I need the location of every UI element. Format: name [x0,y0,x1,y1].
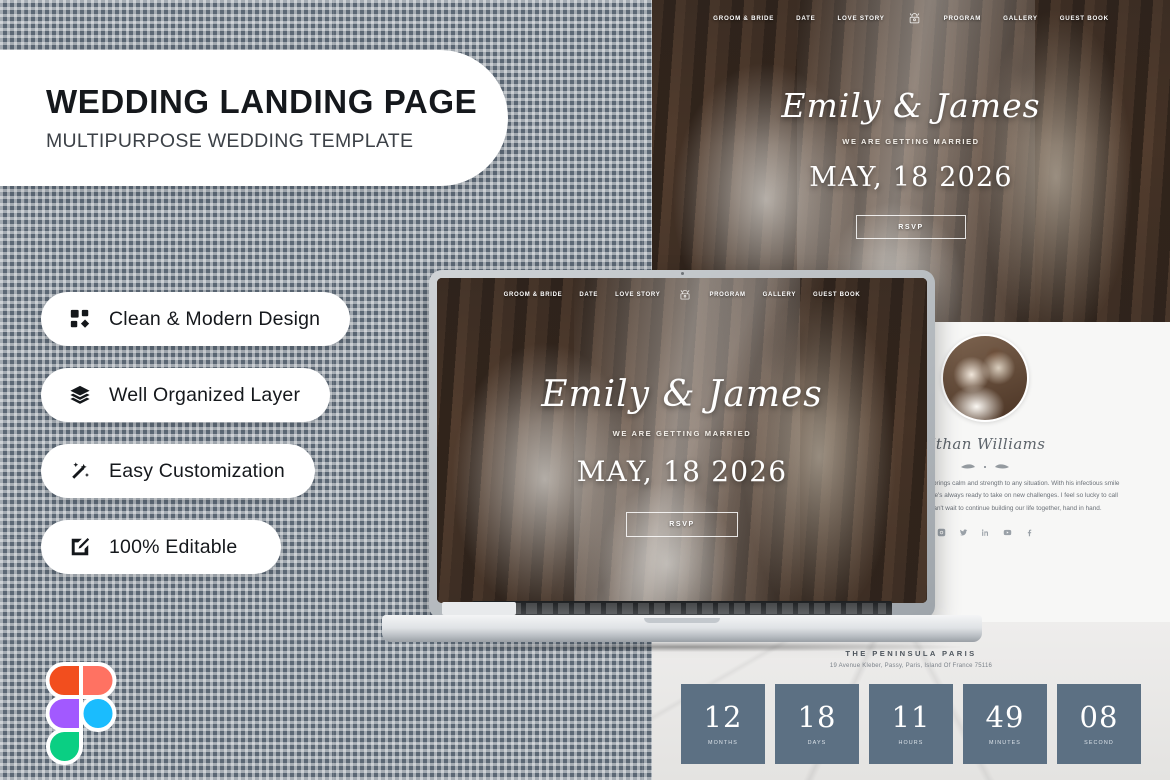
countdown-days: 18 DAYS [775,684,859,764]
countdown-minutes: 49 MINUTES [963,684,1047,764]
countdown-label: MONTHS [708,739,738,746]
screen-nav-item-date[interactable]: DATE [579,292,598,298]
page-subtitle: MULTIPURPOSE WEDDING TEMPLATE [46,130,414,152]
nav-item-program[interactable]: PROGRAM [944,15,982,22]
feature-label: 100% Editable [109,535,238,558]
screen-hero-content: Emily & James WE ARE GETTING MARRIED MAY… [437,374,927,537]
countdown-months: 12 MONTHS [681,684,765,764]
screen-monogram-crest-icon[interactable] [677,287,692,302]
screen-nav-item-program[interactable]: PROGRAM [709,292,745,298]
countdown-hours: 11 HOURS [869,684,953,764]
feature-pill-well-organized-layer[interactable]: Well Organized Layer [41,368,331,422]
screen-nav-item-groom-bride[interactable]: GROOM & BRIDE [504,292,563,298]
monogram-crest-icon[interactable] [907,11,922,26]
wedding-date: MAY, 18 2026 [809,162,1013,193]
countdown-seconds: 08 SECOND [1057,684,1141,764]
countdown-label: MINUTES [989,739,1021,746]
countdown-value: 11 [891,699,931,734]
nav-item-love-story[interactable]: LOVE STORY [838,15,885,22]
edit-square-icon [69,536,91,558]
screen-wedding-date: MAY, 18 2026 [576,455,788,488]
countdown-label: DAYS [807,739,827,746]
laptop-camera-icon [680,272,684,275]
hero-tagline: WE ARE GETTING MARRIED [842,137,980,146]
title-card: WEDDING LANDING PAGE MULTIPURPOSE WEDDIN… [0,50,508,186]
feature-label: Clean & Modern Design [109,307,321,330]
nav-item-groom-bride[interactable]: GROOM & BRIDE [713,15,774,22]
rsvp-button[interactable]: RSVP [856,215,966,239]
feature-label: Well Organized Layer [109,383,301,406]
screen-nav-item-guest-book[interactable]: GUEST BOOK [813,292,860,298]
laptop-trackpad [442,602,516,615]
screen-nav-item-love-story[interactable]: LOVE STORY [615,292,660,298]
countdown-value: 12 [703,699,743,734]
screen-couple-names: Emily & James [541,374,823,415]
hero-content: Emily & James WE ARE GETTING MARRIED MAY… [652,86,1170,239]
feature-list: Clean & Modern Design Well Organized Lay… [41,292,351,574]
countdown-timer: 12 MONTHS 18 DAYS 11 HOURS 49 MINUTES 08… [652,684,1170,764]
screen-rsvp-button[interactable]: RSVP [626,512,738,537]
laptop-mockup: GROOM & BRIDE DATE LOVE STORY PROGRAM GA… [382,270,982,670]
screen-site-nav: GROOM & BRIDE DATE LOVE STORY PROGRAM GA… [437,287,927,302]
countdown-value: 18 [797,699,837,734]
nav-item-guest-book[interactable]: GUEST BOOK [1060,15,1109,22]
countdown-label: SECOND [1084,739,1114,746]
laptop-lid: GROOM & BRIDE DATE LOVE STORY PROGRAM GA… [429,270,935,619]
laptop-base [382,615,982,642]
layers-icon [69,384,91,406]
screen-nav-item-gallery[interactable]: GALLERY [763,292,796,298]
laptop-shadow [400,642,964,652]
site-nav: GROOM & BRIDE DATE LOVE STORY PROGRAM GA… [652,11,1170,26]
countdown-value: 08 [1079,699,1119,734]
laptop-screen: GROOM & BRIDE DATE LOVE STORY PROGRAM GA… [437,278,927,603]
magic-wand-icon [69,460,91,482]
countdown-label: HOURS [898,739,924,746]
page-title: WEDDING LANDING PAGE [46,83,478,120]
feature-pill-100-editable[interactable]: 100% Editable [41,520,281,574]
figma-logo [38,662,124,766]
countdown-value: 49 [985,699,1025,734]
screen-hero-tagline: WE ARE GETTING MARRIED [612,429,752,438]
feature-label: Easy Customization [109,459,285,482]
nav-item-date[interactable]: DATE [796,15,815,22]
nav-item-gallery[interactable]: GALLERY [1003,15,1038,22]
laptop-keyboard [472,601,892,616]
feature-pill-clean-modern-design[interactable]: Clean & Modern Design [41,292,351,346]
grid-squares-icon [69,308,91,330]
youtube-icon[interactable] [1003,528,1012,537]
couple-names: Emily & James [781,86,1041,125]
poster-stage: GROOM & BRIDE DATE LOVE STORY PROGRAM GA… [0,0,1170,780]
feature-pill-easy-customization[interactable]: Easy Customization [41,444,315,498]
facebook-icon[interactable] [1025,528,1034,537]
